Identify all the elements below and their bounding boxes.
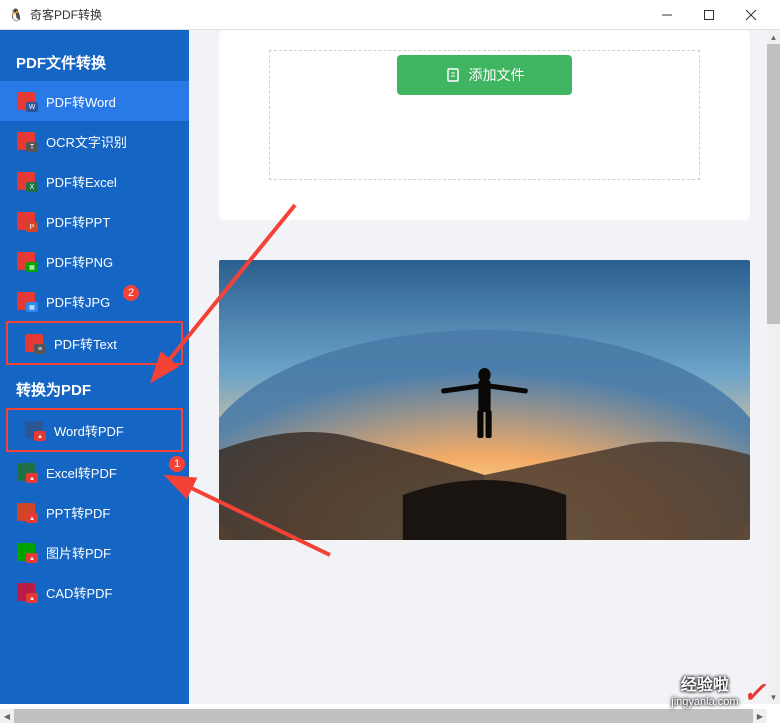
sidebar-item-pdf-to-png[interactable]: PDF转PNG bbox=[0, 241, 189, 281]
sidebar-item-label: PDF转Excel bbox=[46, 172, 173, 191]
sidebar-section-convert-to: 转换为PDF bbox=[0, 365, 189, 408]
sidebar-item-pdf-to-excel[interactable]: PDF转Excel bbox=[0, 161, 189, 201]
upload-card: 添加文件 bbox=[219, 30, 750, 220]
sidebar-item-ppt-to-pdf[interactable]: PPT转PDF bbox=[0, 492, 189, 532]
scroll-left-icon[interactable]: ◀ bbox=[0, 709, 14, 723]
window-title: 奇客PDF转换 bbox=[30, 6, 646, 23]
pdf-ppt-icon bbox=[16, 211, 36, 231]
sidebar-item-cad-to-pdf[interactable]: CAD转PDF bbox=[0, 572, 189, 612]
pdf-png-icon bbox=[16, 251, 36, 271]
sidebar-item-ocr[interactable]: OCR文字识别 bbox=[0, 121, 189, 161]
scrollbar-thumb[interactable] bbox=[14, 709, 754, 723]
horizontal-scrollbar[interactable]: ◀ ▶ bbox=[0, 709, 767, 723]
sidebar-item-label: PDF转Word bbox=[46, 92, 173, 111]
sidebar-item-label: 图片转PDF bbox=[46, 543, 173, 562]
sidebar-item-label: CAD转PDF bbox=[46, 583, 173, 602]
sidebar-item-image-to-pdf[interactable]: 图片转PDF bbox=[0, 532, 189, 572]
sidebar-item-pdf-to-text[interactable]: PDF转Text bbox=[8, 323, 181, 363]
checkmark-icon: ✓ bbox=[743, 676, 766, 709]
watermark: 经验啦 jingyanla.com ✓ bbox=[671, 676, 766, 709]
file-icon bbox=[445, 67, 461, 83]
excel-pdf-icon bbox=[16, 462, 36, 482]
sidebar: PDF文件转换 PDF转Word OCR文字识别 PDF转Excel PDF转P… bbox=[0, 30, 189, 704]
annotation-badge: 2 bbox=[123, 285, 139, 301]
word-pdf-icon bbox=[24, 420, 44, 440]
scrollbar-thumb[interactable] bbox=[767, 44, 780, 324]
sidebar-item-pdf-to-jpg[interactable]: PDF转JPG 2 bbox=[0, 281, 189, 321]
titlebar: 🐧 奇客PDF转换 bbox=[0, 0, 780, 30]
add-file-label: 添加文件 bbox=[469, 65, 525, 85]
content-area: 添加文件 bbox=[189, 30, 780, 704]
close-button[interactable] bbox=[730, 1, 772, 29]
maximize-button[interactable] bbox=[688, 1, 730, 29]
sidebar-item-label: PDF转JPG bbox=[46, 292, 173, 311]
ocr-icon bbox=[16, 131, 36, 151]
sidebar-item-word-to-pdf[interactable]: Word转PDF bbox=[8, 410, 181, 450]
minimize-button[interactable] bbox=[646, 1, 688, 29]
add-file-button[interactable]: 添加文件 bbox=[397, 55, 572, 95]
sidebar-section-convert-from: PDF文件转换 bbox=[0, 38, 189, 81]
sidebar-item-label: OCR文字识别 bbox=[46, 132, 173, 151]
sidebar-item-label: PDF转Text bbox=[54, 334, 165, 353]
scroll-up-icon[interactable]: ▲ bbox=[767, 30, 780, 44]
scroll-down-icon[interactable]: ▼ bbox=[767, 690, 780, 704]
annotation-highlight-box: PDF转Text bbox=[6, 321, 183, 365]
pdf-jpg-icon bbox=[16, 291, 36, 311]
sidebar-item-label: PPT转PDF bbox=[46, 503, 173, 522]
vertical-scrollbar[interactable]: ▲ ▼ bbox=[767, 30, 780, 704]
pdf-excel-icon bbox=[16, 171, 36, 191]
annotation-highlight-box: Word转PDF bbox=[6, 408, 183, 452]
scroll-right-icon[interactable]: ▶ bbox=[753, 709, 767, 723]
cad-pdf-icon bbox=[16, 582, 36, 602]
drop-area[interactable]: 添加文件 bbox=[269, 50, 700, 180]
app-icon: 🐧 bbox=[8, 7, 24, 23]
sidebar-item-pdf-to-ppt[interactable]: PDF转PPT bbox=[0, 201, 189, 241]
window-controls bbox=[646, 1, 772, 29]
sidebar-item-label: PDF转PPT bbox=[46, 212, 173, 231]
hero-image bbox=[219, 260, 750, 540]
sidebar-item-label: PDF转PNG bbox=[46, 252, 173, 271]
image-pdf-icon bbox=[16, 542, 36, 562]
sidebar-item-excel-to-pdf[interactable]: Excel转PDF 1 bbox=[0, 452, 189, 492]
annotation-badge: 1 bbox=[169, 456, 185, 472]
pdf-text-icon bbox=[24, 333, 44, 353]
sidebar-item-label: Word转PDF bbox=[54, 421, 165, 440]
sidebar-item-pdf-to-word[interactable]: PDF转Word bbox=[0, 81, 189, 121]
watermark-text: 经验啦 jingyanla.com bbox=[671, 676, 738, 708]
ppt-pdf-icon bbox=[16, 502, 36, 522]
sidebar-item-label: Excel转PDF bbox=[46, 463, 173, 482]
pdf-word-icon bbox=[16, 91, 36, 111]
